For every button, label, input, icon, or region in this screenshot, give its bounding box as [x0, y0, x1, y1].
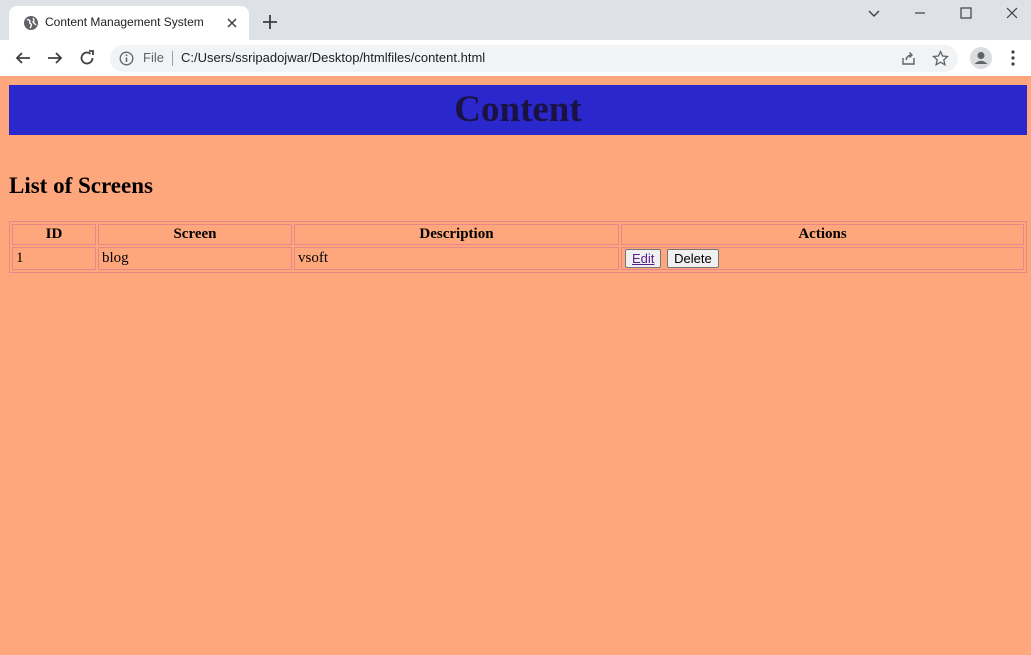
page-title: Content	[454, 89, 582, 130]
table-row: 1 blog vsoft Edit Delete	[12, 247, 1024, 270]
chevron-down-icon[interactable]	[865, 4, 883, 22]
share-icon[interactable]	[900, 50, 917, 67]
minimize-icon[interactable]	[911, 4, 929, 22]
plus-icon[interactable]	[262, 14, 278, 30]
address-bar[interactable]: File C:/Users/ssripadojwar/Desktop/htmlf…	[110, 45, 958, 72]
maximize-icon[interactable]	[957, 4, 975, 22]
window-close-icon[interactable]	[1003, 4, 1021, 22]
tab-strip: Content Management System	[0, 0, 1031, 40]
omnibox-divider	[172, 51, 173, 66]
cell-id: 1	[12, 247, 96, 270]
column-header-description: Description	[294, 224, 619, 245]
forward-arrow-icon[interactable]	[46, 49, 64, 67]
globe-icon	[24, 16, 38, 30]
cell-description: vsoft	[294, 247, 619, 270]
cell-screen: blog	[98, 247, 292, 270]
back-arrow-icon[interactable]	[14, 49, 32, 67]
section-title: List of Screens	[9, 173, 153, 198]
profile-icon[interactable]	[969, 46, 993, 70]
header-banner: Content	[9, 85, 1027, 135]
browser-toolbar: File C:/Users/ssripadojwar/Desktop/htmlf…	[0, 40, 1031, 76]
more-vert-icon[interactable]	[1005, 49, 1021, 67]
cell-actions: Edit Delete	[621, 247, 1024, 270]
browser-tab[interactable]: Content Management System	[9, 6, 249, 40]
edit-button[interactable]: Edit	[625, 249, 662, 268]
table-header-row: ID Screen Description Actions	[12, 224, 1024, 245]
star-icon[interactable]	[932, 50, 949, 67]
column-header-id: ID	[12, 224, 96, 245]
scheme-label: File	[143, 50, 164, 65]
screens-table: ID Screen Description Actions 1 blog vso…	[9, 221, 1027, 273]
info-icon[interactable]	[119, 51, 134, 66]
column-header-screen: Screen	[98, 224, 292, 245]
page-content: Content List of Screens ID Screen Descri…	[0, 76, 1031, 655]
close-icon[interactable]	[225, 16, 239, 30]
column-header-actions: Actions	[621, 224, 1024, 245]
reload-icon[interactable]	[78, 49, 96, 67]
delete-button[interactable]: Delete	[667, 249, 719, 268]
tab-title: Content Management System	[45, 15, 204, 29]
url-text[interactable]: C:/Users/ssripadojwar/Desktop/htmlfiles/…	[181, 50, 485, 65]
